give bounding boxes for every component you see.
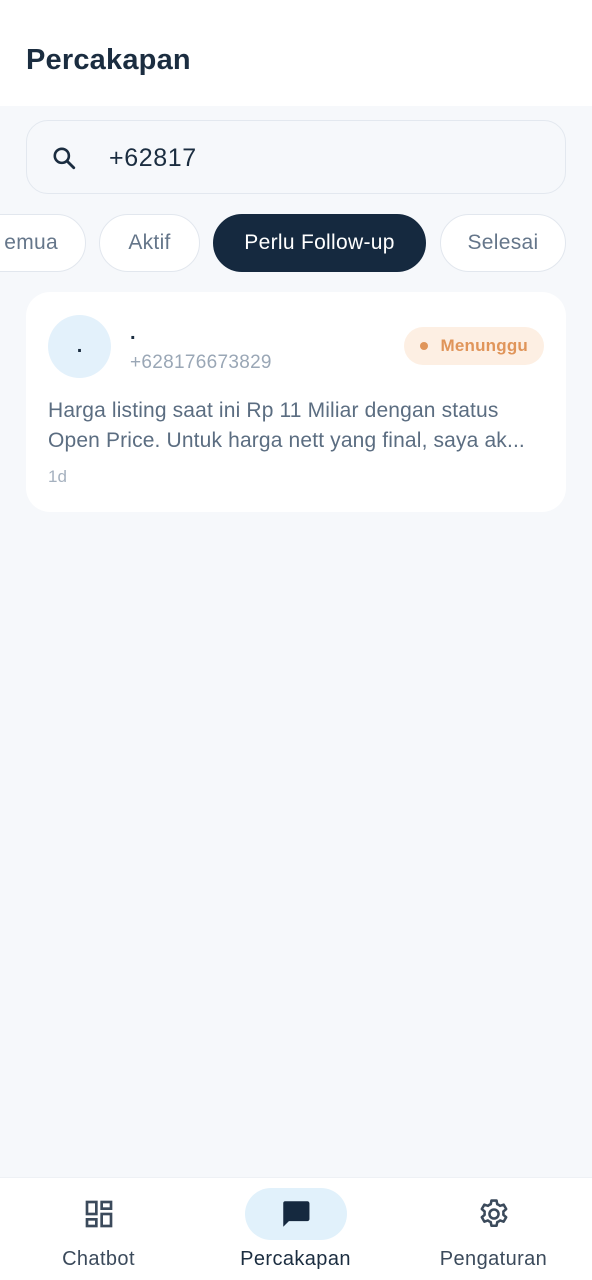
search-bar[interactable] — [26, 120, 566, 194]
status-dot-icon — [420, 342, 429, 350]
dashboard-icon — [85, 1200, 112, 1228]
nav-item-pengaturan[interactable]: Pengaturan — [395, 1178, 592, 1280]
filter-chip-aktif[interactable]: Aktif — [99, 214, 200, 272]
nav-item-pill — [244, 1188, 347, 1240]
nav-item-chatbot[interactable]: Chatbot — [0, 1178, 197, 1280]
filter-chip-perlu-follow-up[interactable]: Perlu Follow-up — [213, 214, 426, 272]
nav-item-label: Percakapan — [240, 1248, 351, 1270]
filter-chip-label: Aktif — [128, 231, 171, 254]
message-time: 1d — [48, 467, 67, 486]
page-title: Percakapan — [26, 44, 191, 76]
nav-item-pill — [48, 1188, 150, 1240]
search-input[interactable] — [109, 135, 539, 181]
gear-icon — [480, 1199, 507, 1228]
avatar: . — [48, 315, 111, 378]
search-icon — [53, 147, 76, 170]
filter-chips: emua Aktif Perlu Follow-up Selesai — [0, 214, 592, 274]
contact-name: . — [130, 322, 136, 344]
filter-chip-label: Selesai — [467, 231, 539, 254]
contact-phone: +628176673829 — [130, 352, 272, 373]
status-badge: Menunggu — [404, 327, 544, 365]
nav-item-label: Chatbot — [62, 1248, 135, 1270]
filter-chip-label: emua — [4, 231, 58, 254]
conversations-screen: Percakapan emua Aktif Perlu Follow-up Se… — [0, 0, 592, 1280]
message-preview-line-1: Harga listing saat ini Rp 11 Miliar deng… — [48, 399, 499, 422]
bottom-navigation: Chatbot Percakapan Pengaturan — [0, 1177, 592, 1280]
filter-chip-label: Perlu Follow-up — [244, 231, 395, 254]
chat-icon — [282, 1201, 309, 1227]
nav-item-pill — [443, 1188, 545, 1240]
app-header: Percakapan — [0, 0, 592, 106]
filter-chip-selesai[interactable]: Selesai — [440, 214, 566, 272]
status-badge-label: Menunggu — [440, 336, 528, 355]
conversation-card[interactable]: . . +628176673829 Menunggu Harga listing… — [26, 292, 566, 512]
nav-item-percakapan[interactable]: Percakapan — [197, 1178, 394, 1280]
message-preview: Harga listing saat ini Rp 11 Miliar deng… — [48, 396, 548, 456]
nav-item-label: Pengaturan — [439, 1248, 548, 1270]
filter-chip-semua[interactable]: emua — [0, 214, 86, 272]
message-preview-line-2: Open Price. Untuk harga nett yang final,… — [48, 429, 525, 452]
